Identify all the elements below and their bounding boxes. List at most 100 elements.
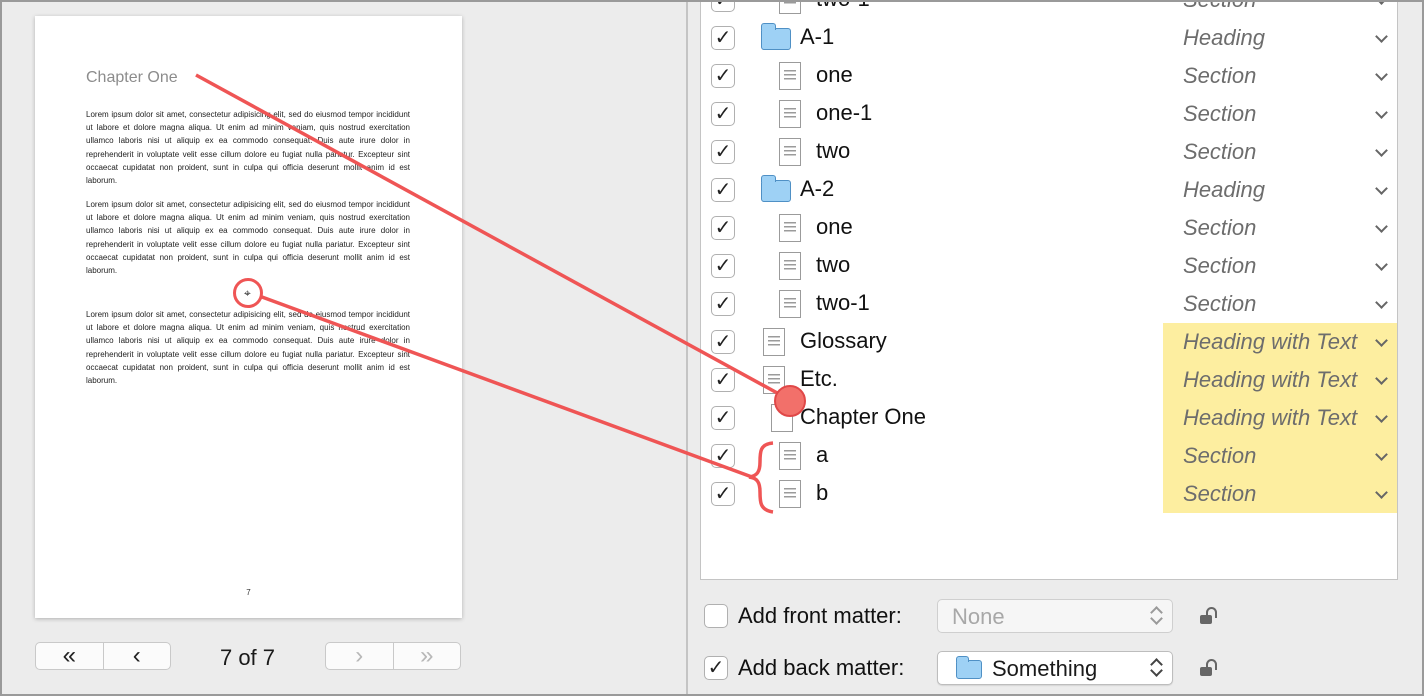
unlock-icon[interactable]	[1200, 659, 1220, 677]
outline-row[interactable]: ✓ A-1 Heading	[701, 19, 1397, 57]
outline-row[interactable]: ✓ two Section	[701, 133, 1397, 171]
chevron-down-icon	[1375, 296, 1388, 309]
include-checkbox[interactable]: ✓	[711, 254, 735, 278]
outline-row[interactable]: ✓ Chapter One Heading with Text	[701, 399, 1397, 439]
compile-settings-pane: ✓ two-1 Section ✓ A-1 Heading ✓ one Section ✓ one-…	[688, 0, 1424, 696]
document-icon	[779, 214, 801, 242]
include-checkbox[interactable]: ✓	[711, 102, 735, 126]
section-type-popup[interactable]: Section	[1163, 95, 1397, 133]
include-checkbox[interactable]: ✓	[711, 406, 735, 430]
section-type-popup[interactable]: Heading with Text	[1163, 399, 1397, 437]
include-checkbox[interactable]: ✓	[711, 26, 735, 50]
include-checkbox[interactable]: ✓	[711, 140, 735, 164]
outline-row[interactable]: ✓ a Section	[701, 437, 1397, 475]
chevron-down-icon	[1375, 448, 1388, 461]
section-type-value: Section	[1183, 63, 1257, 88]
first-page-button[interactable]: «	[36, 642, 103, 669]
folder-icon	[760, 175, 791, 202]
outline-row-label: Etc.	[800, 366, 838, 391]
double-chevron-left-icon: «	[62, 642, 76, 669]
outline-row-label: one	[816, 214, 853, 239]
include-checkbox[interactable]: ✓	[711, 444, 735, 468]
document-icon	[779, 290, 801, 318]
section-type-popup[interactable]: Section	[1163, 437, 1397, 475]
document-stack-icon	[765, 404, 793, 439]
document-icon	[779, 442, 801, 470]
include-checkbox[interactable]: ✓	[711, 178, 735, 202]
preview-page: Chapter One Lorem ipsum dolor sit amet, …	[35, 16, 462, 618]
section-break-glyph: ⌖	[244, 286, 251, 300]
section-type-popup[interactable]: Heading	[1163, 171, 1397, 209]
preview-paragraph: Lorem ipsum dolor sit amet, consectetur …	[86, 110, 410, 186]
section-type-value: Section	[1183, 0, 1256, 13]
back-matter-row: ✓ Add back matter: Something	[688, 651, 1424, 687]
document-icon	[779, 138, 801, 166]
include-checkbox[interactable]: ✓	[711, 0, 735, 12]
outline-row[interactable]: ✓ two-1 Section	[701, 0, 1397, 19]
outline-row[interactable]: ✓ Glossary Heading with Text	[701, 323, 1397, 361]
include-checkbox[interactable]: ✓	[711, 330, 735, 354]
document-icon	[779, 252, 801, 280]
include-checkbox[interactable]: ✓	[711, 482, 735, 506]
outline-row[interactable]: ✓ Etc. Heading with Text	[701, 361, 1397, 399]
back-matter-checkbox[interactable]: ✓	[704, 656, 728, 680]
section-type-popup[interactable]: Section	[1163, 57, 1397, 95]
front-matter-checkbox[interactable]	[704, 604, 728, 628]
chevron-down-icon	[1375, 106, 1388, 119]
document-icon	[779, 480, 801, 508]
chevron-down-icon	[1375, 372, 1388, 385]
section-type-value: Section	[1183, 253, 1257, 278]
outline-row[interactable]: ✓ b Section	[701, 475, 1397, 513]
outline-row[interactable]: ✓ one-1 Section	[701, 95, 1397, 133]
section-type-popup[interactable]: Section	[1163, 0, 1397, 19]
document-icon	[763, 366, 785, 394]
section-type-value: Heading with Text	[1183, 367, 1358, 392]
nav-back-group: « ‹	[35, 642, 171, 670]
unlock-icon[interactable]	[1200, 607, 1220, 625]
include-checkbox[interactable]: ✓	[711, 64, 735, 88]
section-outline-list[interactable]: ✓ two-1 Section ✓ A-1 Heading ✓ one Section ✓ one-…	[700, 0, 1398, 580]
include-checkbox[interactable]: ✓	[711, 368, 735, 392]
double-chevron-right-icon: »	[420, 642, 434, 669]
outline-row[interactable]: ✓ one Section	[701, 209, 1397, 247]
document-icon	[779, 100, 801, 128]
front-matter-select[interactable]: None	[937, 599, 1173, 633]
folder-icon	[955, 656, 982, 679]
updown-arrows-icon	[1150, 605, 1162, 627]
section-type-value: Section	[1183, 215, 1257, 240]
previous-page-button[interactable]: ‹	[102, 642, 171, 669]
back-matter-select[interactable]: Something	[937, 651, 1173, 685]
document-icon	[779, 0, 801, 14]
preview-chapter-title: Chapter One	[86, 69, 178, 86]
back-matter-value: Something	[992, 656, 1098, 681]
next-page-button[interactable]: ›	[326, 642, 393, 669]
folder-icon	[760, 23, 791, 50]
section-type-popup[interactable]: Section	[1163, 247, 1397, 285]
preview-paragraph: Lorem ipsum dolor sit amet, consectetur …	[86, 310, 410, 386]
section-type-popup[interactable]: Section	[1163, 209, 1397, 247]
section-type-popup[interactable]: Section	[1163, 285, 1397, 323]
outline-row-label: a	[816, 442, 829, 467]
outline-row[interactable]: ✓ two Section	[701, 247, 1397, 285]
outline-row[interactable]: ✓ one Section	[701, 57, 1397, 95]
section-type-popup[interactable]: Heading	[1163, 19, 1397, 57]
section-type-popup[interactable]: Heading with Text	[1163, 323, 1397, 361]
page-preview-pane: Chapter One Lorem ipsum dolor sit amet, …	[0, 0, 686, 696]
preview-page-number: 7	[246, 588, 251, 597]
section-type-value: Section	[1183, 139, 1257, 164]
chevron-down-icon	[1375, 220, 1388, 233]
front-matter-row: Add front matter: None	[688, 599, 1424, 635]
section-type-popup[interactable]: Section	[1163, 133, 1397, 171]
section-type-value: Heading	[1183, 177, 1265, 202]
chevron-down-icon	[1375, 0, 1388, 5]
outline-row[interactable]: ✓ two-1 Section	[701, 285, 1397, 323]
include-checkbox[interactable]: ✓	[711, 292, 735, 316]
section-type-popup[interactable]: Section	[1163, 475, 1397, 513]
outline-row-label: A-1	[800, 24, 835, 49]
section-type-popup[interactable]: Heading with Text	[1163, 361, 1397, 399]
chevron-down-icon	[1375, 30, 1388, 43]
chevron-left-icon: ‹	[132, 642, 141, 669]
include-checkbox[interactable]: ✓	[711, 216, 735, 240]
last-page-button[interactable]: »	[392, 642, 461, 669]
outline-row[interactable]: ✓ A-2 Heading	[701, 171, 1397, 209]
